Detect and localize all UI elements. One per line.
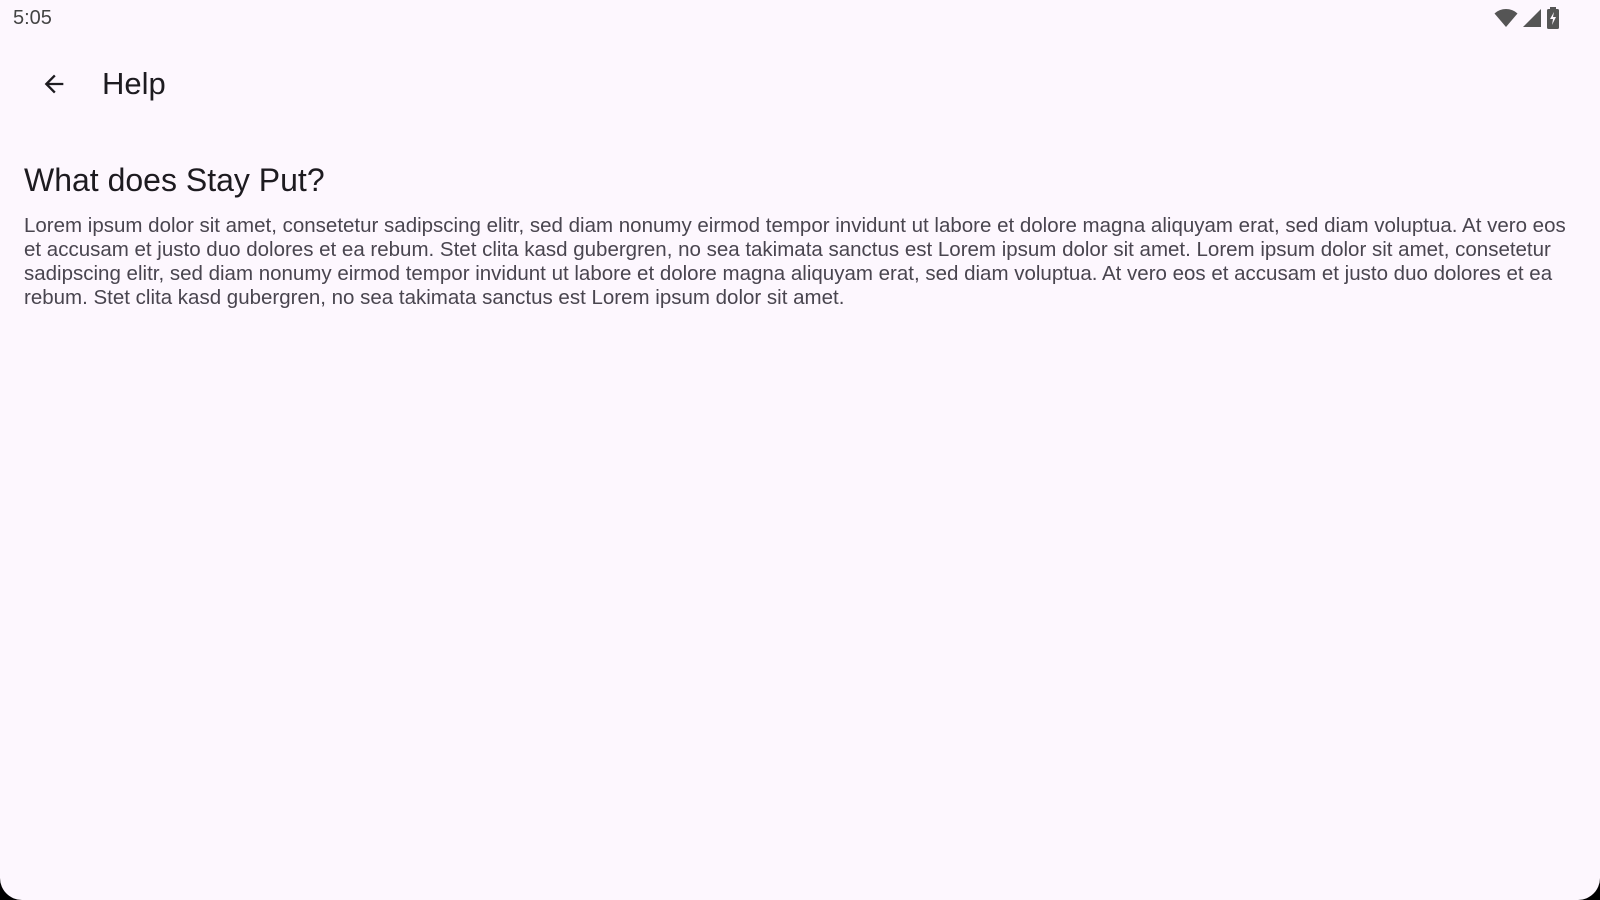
battery-charging-icon: [1546, 7, 1560, 29]
status-bar: 5:05: [0, 0, 1600, 38]
screen: 5:05 Help What does Stay Put? Lorem ipsu…: [0, 0, 1600, 900]
page-title: Help: [102, 66, 166, 101]
help-body-text: Lorem ipsum dolor sit amet, consetetur s…: [24, 214, 1566, 309]
status-time: 5:05: [13, 7, 52, 29]
arrow-back-icon: [40, 70, 68, 98]
cell-signal-icon: [1522, 8, 1542, 28]
wifi-icon: [1494, 8, 1518, 28]
help-heading: What does Stay Put?: [24, 162, 325, 198]
top-app-bar: Help: [0, 48, 1600, 120]
status-icons: [1494, 7, 1560, 29]
back-button[interactable]: [30, 60, 78, 108]
help-content: What does Stay Put? Lorem ipsum dolor si…: [24, 158, 1576, 310]
